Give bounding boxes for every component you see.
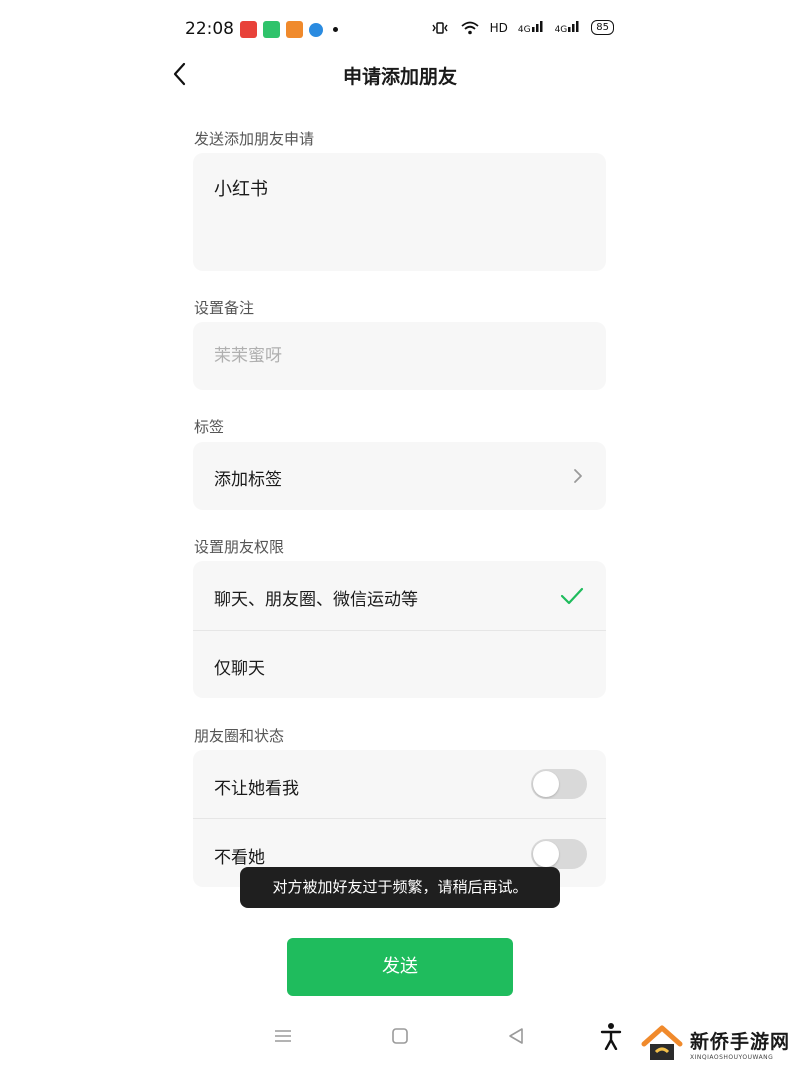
taobao-app-icon bbox=[286, 21, 303, 38]
request-message-text[interactable]: 小红书 bbox=[214, 175, 268, 201]
permissions-label: 设置朋友权限 bbox=[194, 538, 285, 556]
signal-2: 4G bbox=[555, 20, 582, 35]
signal-1: 4G bbox=[518, 20, 545, 35]
wifi-icon bbox=[461, 21, 479, 34]
watermark: 新侨手游网 XINQIAOSHOUYOUWANG bbox=[640, 1022, 790, 1066]
signal-2-bars-icon bbox=[568, 21, 579, 32]
permission-option-full-label: 聊天、朋友圈、微信运动等 bbox=[214, 590, 418, 610]
check-icon bbox=[560, 587, 584, 605]
hide-moments-from-her-label: 不让她看我 bbox=[214, 779, 299, 799]
battery-level: 85 bbox=[591, 20, 614, 35]
signal-2-label: 4G bbox=[554, 25, 568, 35]
error-toast: 对方被加好友过于频繁，请稍后再试。 bbox=[240, 867, 560, 908]
watermark-subtitle: XINQIAOSHOUYOUWANG bbox=[690, 1054, 774, 1061]
hide-moments-from-her-toggle[interactable] bbox=[531, 769, 587, 799]
blue-app-icon bbox=[309, 22, 323, 37]
divider bbox=[193, 818, 606, 819]
nav-back-icon[interactable] bbox=[507, 1026, 525, 1046]
accessibility-icon[interactable] bbox=[600, 1022, 622, 1050]
watermark-logo-icon bbox=[641, 1025, 683, 1060]
hd-label: HD bbox=[489, 20, 508, 35]
toggle-knob bbox=[533, 771, 559, 797]
hide-her-moments-toggle[interactable] bbox=[531, 839, 587, 869]
remark-input[interactable] bbox=[214, 342, 574, 370]
status-bar bbox=[0, 0, 800, 60]
send-button[interactable]: 发送 bbox=[287, 938, 513, 996]
request-message-field[interactable] bbox=[193, 153, 606, 271]
moments-label: 朋友圈和状态 bbox=[194, 727, 285, 745]
signal-1-bars-icon bbox=[531, 21, 543, 32]
page-title: 申请添加朋友 bbox=[342, 66, 457, 88]
vibrate-icon bbox=[432, 21, 448, 34]
watermark-title: 新侨手游网 bbox=[690, 1031, 791, 1053]
request-message-label: 发送添加朋友申请 bbox=[194, 130, 315, 148]
notification-icons bbox=[240, 21, 338, 38]
video-app-icon bbox=[240, 21, 257, 38]
toggle-knob bbox=[533, 841, 559, 867]
home-icon[interactable] bbox=[391, 1027, 409, 1045]
remark-label: 设置备注 bbox=[194, 299, 255, 317]
chevron-right-icon bbox=[574, 469, 582, 483]
status-time: 22:08 bbox=[185, 19, 234, 39]
menu-icon[interactable] bbox=[273, 1028, 293, 1044]
status-indicators: HD 4G 4G 85 bbox=[430, 20, 614, 35]
green-app-icon bbox=[263, 21, 280, 38]
hide-her-moments-label: 不看她 bbox=[214, 848, 265, 868]
more-notifications-dot bbox=[333, 27, 338, 32]
signal-1-label: 4G bbox=[517, 25, 531, 35]
tags-label: 标签 bbox=[194, 418, 225, 436]
permission-option-chat-only-label: 仅聊天 bbox=[214, 659, 265, 679]
add-tag-label: 添加标签 bbox=[214, 470, 282, 490]
